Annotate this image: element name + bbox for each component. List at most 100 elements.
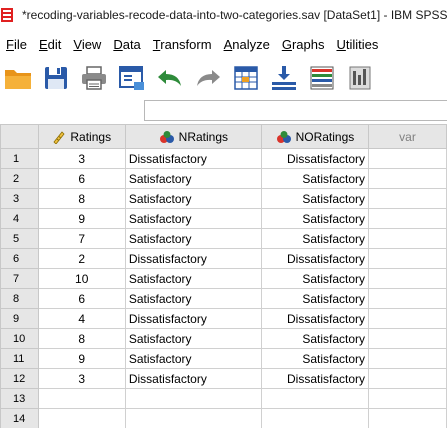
cell-noratings[interactable]: Satisfactory [260, 228, 370, 249]
cell-noratings[interactable]: Dissatisfactory [260, 148, 370, 169]
cell-ratings[interactable]: 7 [37, 228, 126, 249]
column-header-var[interactable]: var [368, 124, 447, 149]
cell-noratings[interactable] [260, 388, 370, 409]
menu-analyze[interactable]: Analyze [218, 37, 276, 52]
cell-ratings[interactable]: 10 [37, 268, 126, 289]
grid-corner[interactable] [0, 124, 39, 149]
row-number[interactable]: 10 [0, 328, 39, 349]
toolbar [0, 58, 447, 98]
cell-nratings[interactable]: Satisfactory [124, 228, 262, 249]
row-number[interactable]: 8 [0, 288, 39, 309]
cell-var[interactable] [368, 328, 447, 349]
cell-nratings[interactable]: Satisfactory [124, 188, 262, 209]
row-number[interactable]: 4 [0, 208, 39, 229]
cell-noratings[interactable]: Satisfactory [260, 328, 370, 349]
cell-ratings[interactable]: 6 [37, 288, 126, 309]
menu-data[interactable]: Data [107, 37, 146, 52]
cell-noratings[interactable]: Satisfactory [260, 288, 370, 309]
row-number[interactable]: 12 [0, 368, 39, 389]
cell-nratings[interactable]: Dissatisfactory [124, 368, 262, 389]
cell-ratings[interactable]: 8 [37, 188, 126, 209]
cell-nratings[interactable]: Satisfactory [124, 328, 262, 349]
column-header-ratings[interactable]: Ratings [37, 124, 126, 149]
cell-ratings[interactable]: 8 [37, 328, 126, 349]
cell-nratings[interactable]: Satisfactory [124, 208, 262, 229]
cell-nratings[interactable]: Satisfactory [124, 168, 262, 189]
cell-var[interactable] [368, 368, 447, 389]
cell-var[interactable] [368, 388, 447, 409]
cell-noratings[interactable]: Dissatisfactory [260, 248, 370, 269]
goto-variable-button[interactable] [266, 60, 302, 96]
cell-var[interactable] [368, 308, 447, 329]
row-number[interactable]: 13 [0, 388, 39, 409]
cell-var[interactable] [368, 148, 447, 169]
row-number[interactable]: 1 [0, 148, 39, 169]
row-number[interactable]: 9 [0, 308, 39, 329]
column-header-nratings[interactable]: NRatings [124, 124, 262, 149]
column-label-nratings: NRatings [178, 129, 229, 144]
goto-case-button[interactable] [228, 60, 264, 96]
cell-ratings[interactable]: 3 [37, 148, 126, 169]
column-header-noratings[interactable]: NORatings [260, 124, 370, 149]
cell-ratings[interactable]: 9 [37, 208, 126, 229]
cell-var[interactable] [368, 288, 447, 309]
cell-nratings[interactable]: Dissatisfactory [124, 308, 262, 329]
row-number[interactable]: 5 [0, 228, 39, 249]
print-button[interactable] [76, 60, 112, 96]
undo-button[interactable] [152, 60, 188, 96]
cell-ratings[interactable] [37, 408, 126, 428]
cell-nratings[interactable]: Satisfactory [124, 268, 262, 289]
menu-transform[interactable]: Transform [147, 37, 218, 52]
cell-nratings[interactable]: Dissatisfactory [124, 148, 262, 169]
cell-var[interactable] [368, 168, 447, 189]
cell-ratings[interactable]: 2 [37, 248, 126, 269]
row-number[interactable]: 14 [0, 408, 39, 428]
menu-edit[interactable]: Edit [33, 37, 67, 52]
cell-noratings[interactable]: Satisfactory [260, 188, 370, 209]
cell-var[interactable] [368, 188, 447, 209]
run-descriptives-button[interactable] [342, 60, 378, 96]
open-button[interactable] [0, 60, 36, 96]
cell-noratings[interactable]: Satisfactory [260, 268, 370, 289]
row-number[interactable]: 3 [0, 188, 39, 209]
menu-graphs[interactable]: Graphs [276, 37, 331, 52]
cell-noratings[interactable] [260, 408, 370, 428]
cell-ratings[interactable]: 3 [37, 368, 126, 389]
variables-button[interactable] [304, 60, 340, 96]
row-number[interactable]: 7 [0, 268, 39, 289]
menu-utilities[interactable]: Utilities [330, 37, 384, 52]
scale-measure-icon [53, 130, 65, 144]
dialog-recall-button[interactable] [114, 60, 150, 96]
cell-nratings[interactable] [124, 408, 262, 428]
cell-var[interactable] [368, 408, 447, 428]
spss-app-icon [0, 6, 18, 24]
cell-var[interactable] [368, 208, 447, 229]
cell-ratings[interactable]: 4 [37, 308, 126, 329]
cell-ratings[interactable]: 6 [37, 168, 126, 189]
cell-nratings[interactable]: Dissatisfactory [124, 248, 262, 269]
cell-nratings[interactable]: Satisfactory [124, 288, 262, 309]
redo-button[interactable] [190, 60, 226, 96]
cell-var[interactable] [368, 228, 447, 249]
cell-var[interactable] [368, 268, 447, 289]
window-title: *recoding-variables-recode-data-into-two… [22, 8, 447, 22]
cell-noratings[interactable]: Dissatisfactory [260, 368, 370, 389]
row-number[interactable]: 2 [0, 168, 39, 189]
menu-file[interactable]: File [0, 37, 33, 52]
cell-ratings[interactable] [37, 388, 126, 409]
row-number[interactable]: 6 [0, 248, 39, 269]
save-button[interactable] [38, 60, 74, 96]
cell-value-input[interactable] [144, 100, 447, 121]
cell-noratings[interactable]: Satisfactory [260, 348, 370, 369]
cell-noratings[interactable]: Dissatisfactory [260, 308, 370, 329]
cell-var[interactable] [368, 348, 447, 369]
table-row: 4 9 Satisfactory Satisfactory [0, 208, 447, 229]
menu-view[interactable]: View [67, 37, 107, 52]
cell-noratings[interactable]: Satisfactory [260, 208, 370, 229]
cell-nratings[interactable] [124, 388, 262, 409]
cell-noratings[interactable]: Satisfactory [260, 168, 370, 189]
row-number[interactable]: 11 [0, 348, 39, 369]
cell-nratings[interactable]: Satisfactory [124, 348, 262, 369]
cell-var[interactable] [368, 248, 447, 269]
cell-ratings[interactable]: 9 [37, 348, 126, 369]
